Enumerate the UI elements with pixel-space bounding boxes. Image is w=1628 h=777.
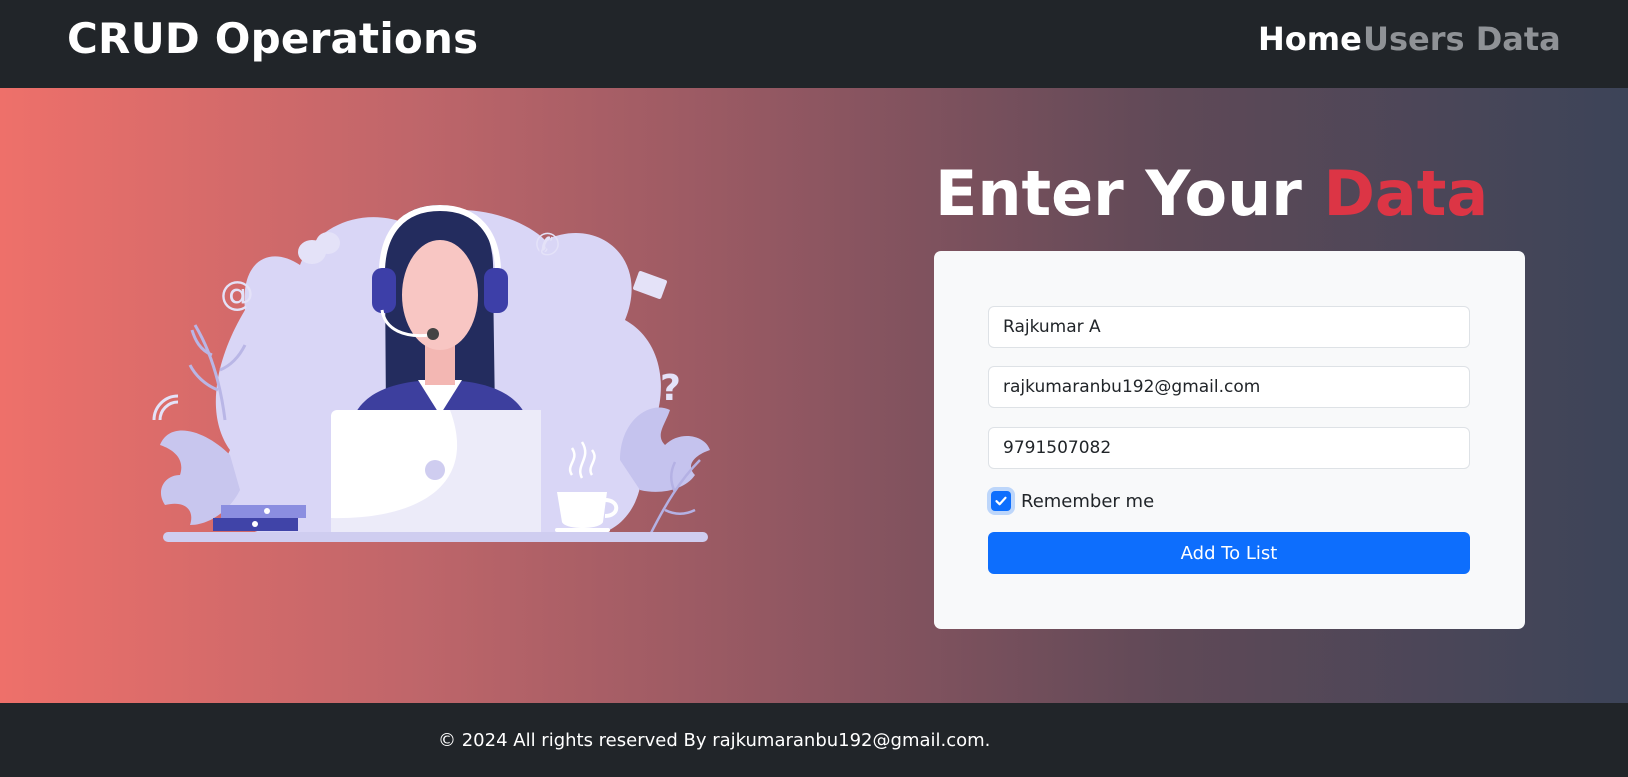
agent-face: [402, 240, 478, 350]
email-input[interactable]: [988, 366, 1470, 408]
phone-input[interactable]: [988, 427, 1470, 469]
nav-link-users-data[interactable]: Users Data: [1363, 20, 1561, 58]
at-sign-icon: @: [220, 274, 254, 314]
question-mark-icon: ?: [660, 368, 681, 409]
desk: [163, 532, 708, 542]
add-to-list-button[interactable]: Add To List: [988, 532, 1470, 574]
page-heading: Enter Your Data: [935, 157, 1488, 230]
support-agent-illustration: @ ✆ ?: [152, 204, 710, 542]
phone-icon: ✆: [535, 228, 560, 263]
data-entry-form: Remember me Add To List: [934, 251, 1525, 629]
brand-title[interactable]: CRUD Operations: [67, 14, 478, 63]
heading-text: Enter Your: [935, 157, 1324, 230]
remember-me-checkbox[interactable]: [991, 491, 1011, 511]
heading-accent: Data: [1323, 157, 1489, 230]
wifi-icon: [152, 394, 179, 421]
navbar: CRUD Operations Home Users Data: [0, 0, 1628, 88]
envelope-icon: [633, 271, 667, 299]
footer-copyright: © 2024 All rights reserved By rajkumaran…: [438, 730, 991, 751]
name-input[interactable]: [988, 306, 1470, 348]
checkmark-icon: [995, 496, 1007, 506]
remember-me-row: Remember me: [988, 486, 1154, 516]
remember-me-label[interactable]: Remember me: [1021, 491, 1154, 512]
nav-link-home[interactable]: Home: [1258, 20, 1362, 58]
